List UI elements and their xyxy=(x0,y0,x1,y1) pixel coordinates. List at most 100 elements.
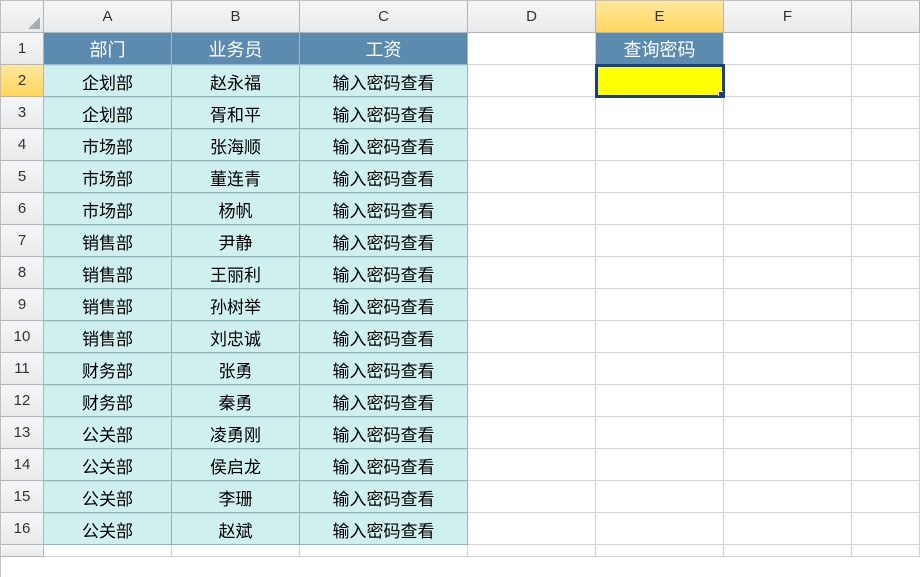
cell-D7[interactable] xyxy=(468,225,596,257)
cell-dept[interactable]: 企划部 xyxy=(44,97,172,129)
cell-E6[interactable] xyxy=(596,193,724,225)
cell-dept[interactable]: 企划部 xyxy=(44,65,172,97)
cell-dept[interactable]: 销售部 xyxy=(44,321,172,353)
cell-dept[interactable]: 公关部 xyxy=(44,481,172,513)
row-header-9[interactable]: 9 xyxy=(1,289,44,321)
col-header-C[interactable]: C xyxy=(300,1,468,33)
row-header-10[interactable]: 10 xyxy=(1,321,44,353)
cell-G13[interactable] xyxy=(852,417,920,449)
row-header-12[interactable]: 12 xyxy=(1,385,44,417)
cell-D5[interactable] xyxy=(468,161,596,193)
cell-D12[interactable] xyxy=(468,385,596,417)
cell-G8[interactable] xyxy=(852,257,920,289)
cell-F11[interactable] xyxy=(724,353,852,385)
cell-G6[interactable] xyxy=(852,193,920,225)
cell-G1[interactable] xyxy=(852,33,920,65)
col-header-D[interactable]: D xyxy=(468,1,596,33)
cell-F4[interactable] xyxy=(724,129,852,161)
cell-E13[interactable] xyxy=(596,417,724,449)
cell-G9[interactable] xyxy=(852,289,920,321)
cell-salary[interactable]: 输入密码查看 xyxy=(300,97,468,129)
cell-name[interactable]: 赵斌 xyxy=(172,513,300,545)
cell-F12[interactable] xyxy=(724,385,852,417)
row-header-8[interactable]: 8 xyxy=(1,257,44,289)
cell-D10[interactable] xyxy=(468,321,596,353)
cell-E7[interactable] xyxy=(596,225,724,257)
cell-D16[interactable] xyxy=(468,513,596,545)
cell-name[interactable]: 董连青 xyxy=(172,161,300,193)
cell-dept[interactable]: 公关部 xyxy=(44,417,172,449)
cell-dept[interactable]: 市场部 xyxy=(44,161,172,193)
cell-dept[interactable]: 销售部 xyxy=(44,289,172,321)
cell-dept[interactable]: 销售部 xyxy=(44,225,172,257)
cell-F7[interactable] xyxy=(724,225,852,257)
cell-F8[interactable] xyxy=(724,257,852,289)
cell-dept[interactable]: 公关部 xyxy=(44,513,172,545)
cell-G7[interactable] xyxy=(852,225,920,257)
cell-D4[interactable] xyxy=(468,129,596,161)
cell-name[interactable]: 刘忠诚 xyxy=(172,321,300,353)
cell-E9[interactable] xyxy=(596,289,724,321)
cell-name[interactable]: 张海顺 xyxy=(172,129,300,161)
cell-name[interactable]: 孙树举 xyxy=(172,289,300,321)
cell-F5[interactable] xyxy=(724,161,852,193)
cell-salary[interactable]: 输入密码查看 xyxy=(300,385,468,417)
cell-name[interactable]: 赵永福 xyxy=(172,65,300,97)
cell-name[interactable]: 李珊 xyxy=(172,481,300,513)
cell-F10[interactable] xyxy=(724,321,852,353)
row-header-17[interactable] xyxy=(1,545,44,557)
query-password-input[interactable] xyxy=(596,65,724,97)
cell-F6[interactable] xyxy=(724,193,852,225)
cell-salary[interactable]: 输入密码查看 xyxy=(300,129,468,161)
cell-dept[interactable]: 财务部 xyxy=(44,353,172,385)
cell-salary[interactable]: 输入密码查看 xyxy=(300,289,468,321)
row-header-7[interactable]: 7 xyxy=(1,225,44,257)
cell-G17[interactable] xyxy=(852,545,920,557)
row-header-5[interactable]: 5 xyxy=(1,161,44,193)
cell-E16[interactable] xyxy=(596,513,724,545)
cell-E14[interactable] xyxy=(596,449,724,481)
cell-F13[interactable] xyxy=(724,417,852,449)
cell-E5[interactable] xyxy=(596,161,724,193)
cell-F3[interactable] xyxy=(724,97,852,129)
cell-salary[interactable]: 输入密码查看 xyxy=(300,193,468,225)
cell-F14[interactable] xyxy=(724,449,852,481)
cell-salary[interactable]: 输入密码查看 xyxy=(300,353,468,385)
cell-G5[interactable] xyxy=(852,161,920,193)
cell-D17[interactable] xyxy=(468,545,596,557)
cell-G12[interactable] xyxy=(852,385,920,417)
cell-E15[interactable] xyxy=(596,481,724,513)
cell-name[interactable]: 尹静 xyxy=(172,225,300,257)
row-header-1[interactable]: 1 xyxy=(1,33,44,65)
cell-D13[interactable] xyxy=(468,417,596,449)
cell-dept[interactable]: 公关部 xyxy=(44,449,172,481)
cell-C17[interactable] xyxy=(300,545,468,557)
cell-name[interactable]: 王丽利 xyxy=(172,257,300,289)
row-header-6[interactable]: 6 xyxy=(1,193,44,225)
cell-name[interactable]: 侯启龙 xyxy=(172,449,300,481)
cell-F9[interactable] xyxy=(724,289,852,321)
row-header-15[interactable]: 15 xyxy=(1,481,44,513)
cell-D15[interactable] xyxy=(468,481,596,513)
row-header-13[interactable]: 13 xyxy=(1,417,44,449)
cell-name[interactable]: 秦勇 xyxy=(172,385,300,417)
cell-name[interactable]: 胥和平 xyxy=(172,97,300,129)
cell-name[interactable]: 杨帆 xyxy=(172,193,300,225)
cell-E12[interactable] xyxy=(596,385,724,417)
header-dept[interactable]: 部门 xyxy=(44,33,172,65)
cell-D1[interactable] xyxy=(468,33,596,65)
cell-D2[interactable] xyxy=(468,65,596,97)
cell-G3[interactable] xyxy=(852,97,920,129)
cell-E10[interactable] xyxy=(596,321,724,353)
cell-name[interactable]: 张勇 xyxy=(172,353,300,385)
cell-D8[interactable] xyxy=(468,257,596,289)
cell-salary[interactable]: 输入密码查看 xyxy=(300,321,468,353)
header-sales[interactable]: 业务员 xyxy=(172,33,300,65)
cell-G16[interactable] xyxy=(852,513,920,545)
cell-F15[interactable] xyxy=(724,481,852,513)
cell-G2[interactable] xyxy=(852,65,920,97)
cell-salary[interactable]: 输入密码查看 xyxy=(300,513,468,545)
col-header-extra[interactable] xyxy=(852,1,920,33)
cell-D6[interactable] xyxy=(468,193,596,225)
row-header-14[interactable]: 14 xyxy=(1,449,44,481)
